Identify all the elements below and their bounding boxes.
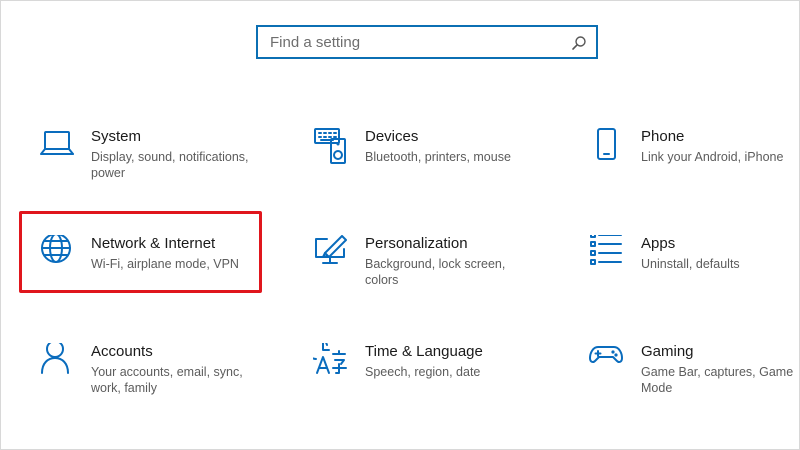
search-box[interactable] <box>256 25 598 59</box>
tile-description: Background, lock screen, colors <box>365 257 506 287</box>
phone-icon <box>597 128 616 160</box>
monitor-pen-icon <box>315 235 347 264</box>
tile-personalization[interactable]: Personalization Background, lock screen,… <box>313 235 543 315</box>
tile-title: Apps <box>641 235 676 252</box>
tile-devices[interactable]: Devices Bluetooth, printers, mouse <box>313 128 543 208</box>
tile-description: Link your Android, iPhone <box>641 150 784 164</box>
tile-title: Personalization <box>365 235 468 252</box>
tile-phone[interactable]: Phone Link your Android, iPhone <box>589 128 800 208</box>
laptop-icon <box>40 131 74 155</box>
tile-accounts[interactable]: Accounts Your accounts, email, sync, wor… <box>39 343 269 423</box>
tile-description: Display, sound, notifications, power <box>91 150 249 180</box>
app-list-icon <box>590 235 622 265</box>
tile-system[interactable]: System Display, sound, notifications, po… <box>39 128 269 208</box>
tile-title: Accounts <box>91 343 153 360</box>
tile-description: Your accounts, email, sync, work, family <box>91 365 243 395</box>
tile-description: Bluetooth, printers, mouse <box>365 150 511 164</box>
tile-title: Gaming <box>641 343 694 360</box>
gamepad-icon <box>589 346 623 363</box>
tile-description: Game Bar, captures, Game Mode <box>641 365 794 395</box>
search-icon <box>572 36 586 50</box>
tile-title: Devices <box>365 128 419 145</box>
person-icon <box>41 343 69 374</box>
search-input[interactable] <box>258 27 596 57</box>
highlight-box <box>19 211 262 293</box>
tile-description: Speech, region, date <box>365 365 481 379</box>
tile-title: Phone <box>641 128 685 145</box>
time-language-icon <box>313 343 347 374</box>
tile-title: Time & Language <box>365 343 483 360</box>
tile-description: Uninstall, defaults <box>641 257 740 271</box>
keyboard-speaker-icon <box>314 128 346 164</box>
tile-gaming[interactable]: Gaming Game Bar, captures, Game Mode <box>589 343 800 423</box>
tile-time-language[interactable]: Time & Language Speech, region, date <box>313 343 543 423</box>
tile-apps[interactable]: Apps Uninstall, defaults <box>589 235 800 315</box>
tile-title: System <box>91 128 142 145</box>
